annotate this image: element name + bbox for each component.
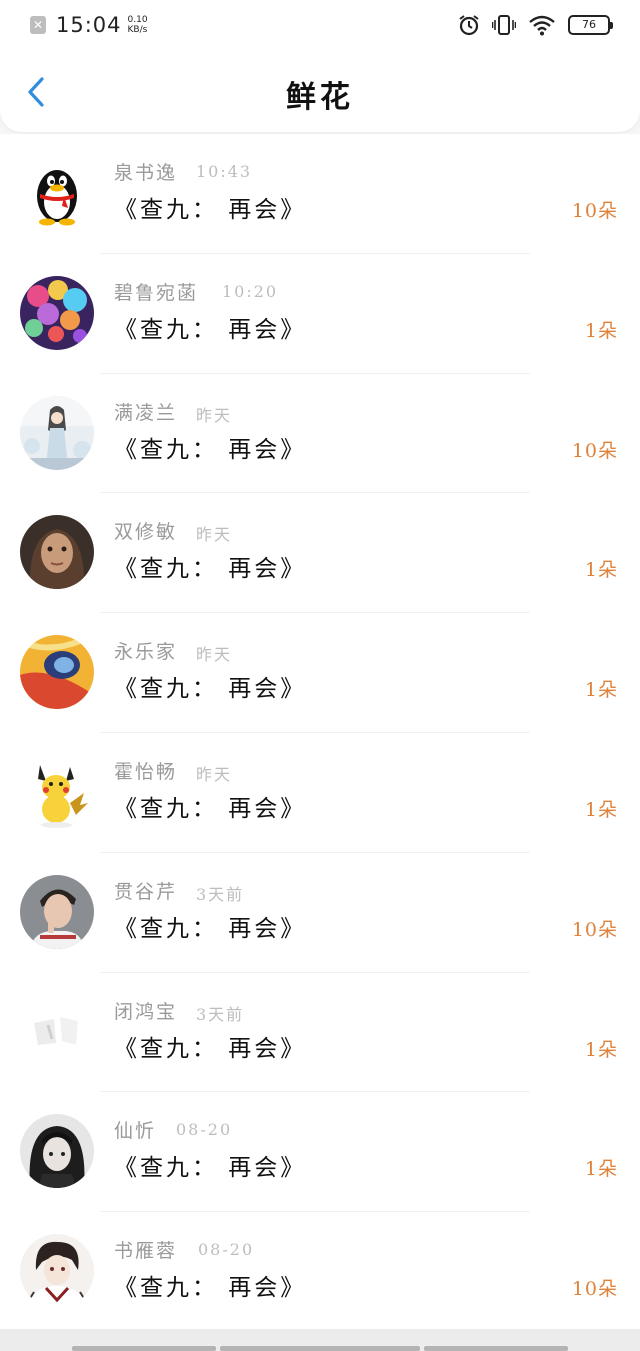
timestamp: 10:43 [196, 162, 253, 181]
avatar[interactable] [20, 395, 94, 470]
flower-gift-list: 泉书逸 10:43 《查九： 再会》 10朵 碧鲁宛菡 10:20 《查九： 再… [0, 134, 640, 1332]
list-item[interactable]: 仙忻 08-20 《查九： 再会》 1朵 [0, 1092, 640, 1213]
net-speed-value: 0.10 [127, 15, 148, 25]
status-right: 76 [458, 14, 613, 36]
net-speed-unit: KB/s [127, 25, 148, 35]
avatar[interactable] [20, 515, 94, 590]
list-item[interactable]: 书雁蓉 08-20 《查九： 再会》 10朵 [0, 1212, 640, 1332]
timestamp: 昨天 [196, 645, 233, 665]
username: 霍怡畅 [114, 760, 178, 783]
notification-icon: ✕ [30, 16, 46, 34]
avatar[interactable] [20, 1114, 94, 1189]
username: 永乐家 [114, 641, 178, 664]
alarm-icon [459, 15, 479, 36]
username: 书雁蓉 [114, 1240, 178, 1263]
nav-indicator-center [220, 1346, 420, 1351]
list-item[interactable]: 碧鲁宛菡 10:20 《查九： 再会》 1朵 [0, 254, 640, 374]
avatar[interactable] [20, 754, 94, 829]
timestamp: 昨天 [196, 525, 233, 545]
gift-title: 《查九： 再会》 [114, 915, 307, 942]
status-left: ✕ 15:04 0.10 KB/s [30, 13, 148, 37]
username: 贯谷芹 [114, 880, 178, 903]
avatar[interactable] [20, 156, 94, 230]
gift-title: 《查九： 再会》 [114, 676, 307, 703]
avatar[interactable] [20, 1234, 94, 1309]
gift-count: 1朵 [584, 1038, 618, 1061]
wifi-icon [529, 15, 555, 36]
timestamp: 3天前 [196, 884, 245, 904]
timestamp: 3天前 [196, 1004, 245, 1024]
gift-count: 10朵 [571, 200, 618, 222]
gift-title: 《查九： 再会》 [114, 795, 307, 822]
gift-count: 1朵 [584, 1158, 618, 1181]
username: 碧鲁宛菡 [114, 281, 199, 304]
gift-title: 《查九： 再会》 [114, 556, 307, 583]
status-time: 15:04 [56, 13, 122, 37]
gift-count: 1朵 [584, 559, 618, 582]
avatar[interactable] [20, 635, 94, 710]
net-speed: 0.10 KB/s [128, 15, 148, 35]
status-bar: ✕ 15:04 0.10 KB/s 76 [0, 0, 640, 50]
header: 鲜花 [0, 50, 640, 132]
gift-count: 1朵 [584, 319, 618, 342]
nav-indicator-right [424, 1346, 568, 1351]
gift-count: 10朵 [571, 918, 618, 941]
vibrate-icon [492, 15, 516, 35]
gift-title: 《查九： 再会》 [114, 316, 307, 343]
page-title: 鲜花 [286, 80, 354, 115]
username: 双修敏 [114, 521, 178, 544]
avatar[interactable] [20, 275, 94, 350]
username: 满凌兰 [114, 401, 178, 424]
username: 闭鸿宝 [114, 1000, 178, 1023]
list-item[interactable]: 泉书逸 10:43 《查九： 再会》 10朵 [0, 134, 640, 254]
nav-indicator-left [72, 1346, 216, 1351]
username: 仙忻 [114, 1120, 157, 1143]
timestamp: 昨天 [196, 764, 233, 784]
timestamp: 08-20 [198, 1240, 255, 1260]
timestamp: 08-20 [176, 1120, 233, 1140]
list-item[interactable]: 霍怡畅 昨天 《查九： 再会》 1朵 [0, 733, 640, 853]
gift-title: 《查九： 再会》 [114, 197, 307, 223]
gift-title: 《查九： 再会》 [114, 1275, 307, 1302]
gift-title: 《查九： 再会》 [114, 1035, 307, 1062]
gift-count: 10朵 [571, 1278, 618, 1301]
gift-count: 1朵 [584, 798, 618, 821]
bottom-area [0, 1329, 640, 1351]
list-item[interactable]: 满凌兰 昨天 《查九： 再会》 10朵 [0, 374, 640, 494]
username: 泉书逸 [114, 162, 178, 184]
list-item[interactable]: 贯谷芹 3天前 《查九： 再会》 10朵 [0, 853, 640, 973]
battery-icon: 76 [568, 15, 613, 35]
gift-title: 《查九： 再会》 [114, 1155, 307, 1182]
gift-count: 1朵 [584, 679, 618, 702]
list-item[interactable]: 永乐家 昨天 《查九： 再会》 1朵 [0, 613, 640, 733]
gift-count: 10朵 [571, 439, 618, 462]
timestamp: 10:20 [222, 281, 279, 301]
list-item[interactable]: 双修敏 昨天 《查九： 再会》 1朵 [0, 493, 640, 614]
avatar[interactable] [20, 874, 94, 949]
avatar[interactable] [20, 994, 94, 1069]
timestamp: 昨天 [196, 405, 233, 425]
gift-title: 《查九： 再会》 [114, 436, 307, 463]
list-item[interactable]: 闭鸿宝 3天前 《查九： 再会》 1朵 [0, 973, 640, 1093]
